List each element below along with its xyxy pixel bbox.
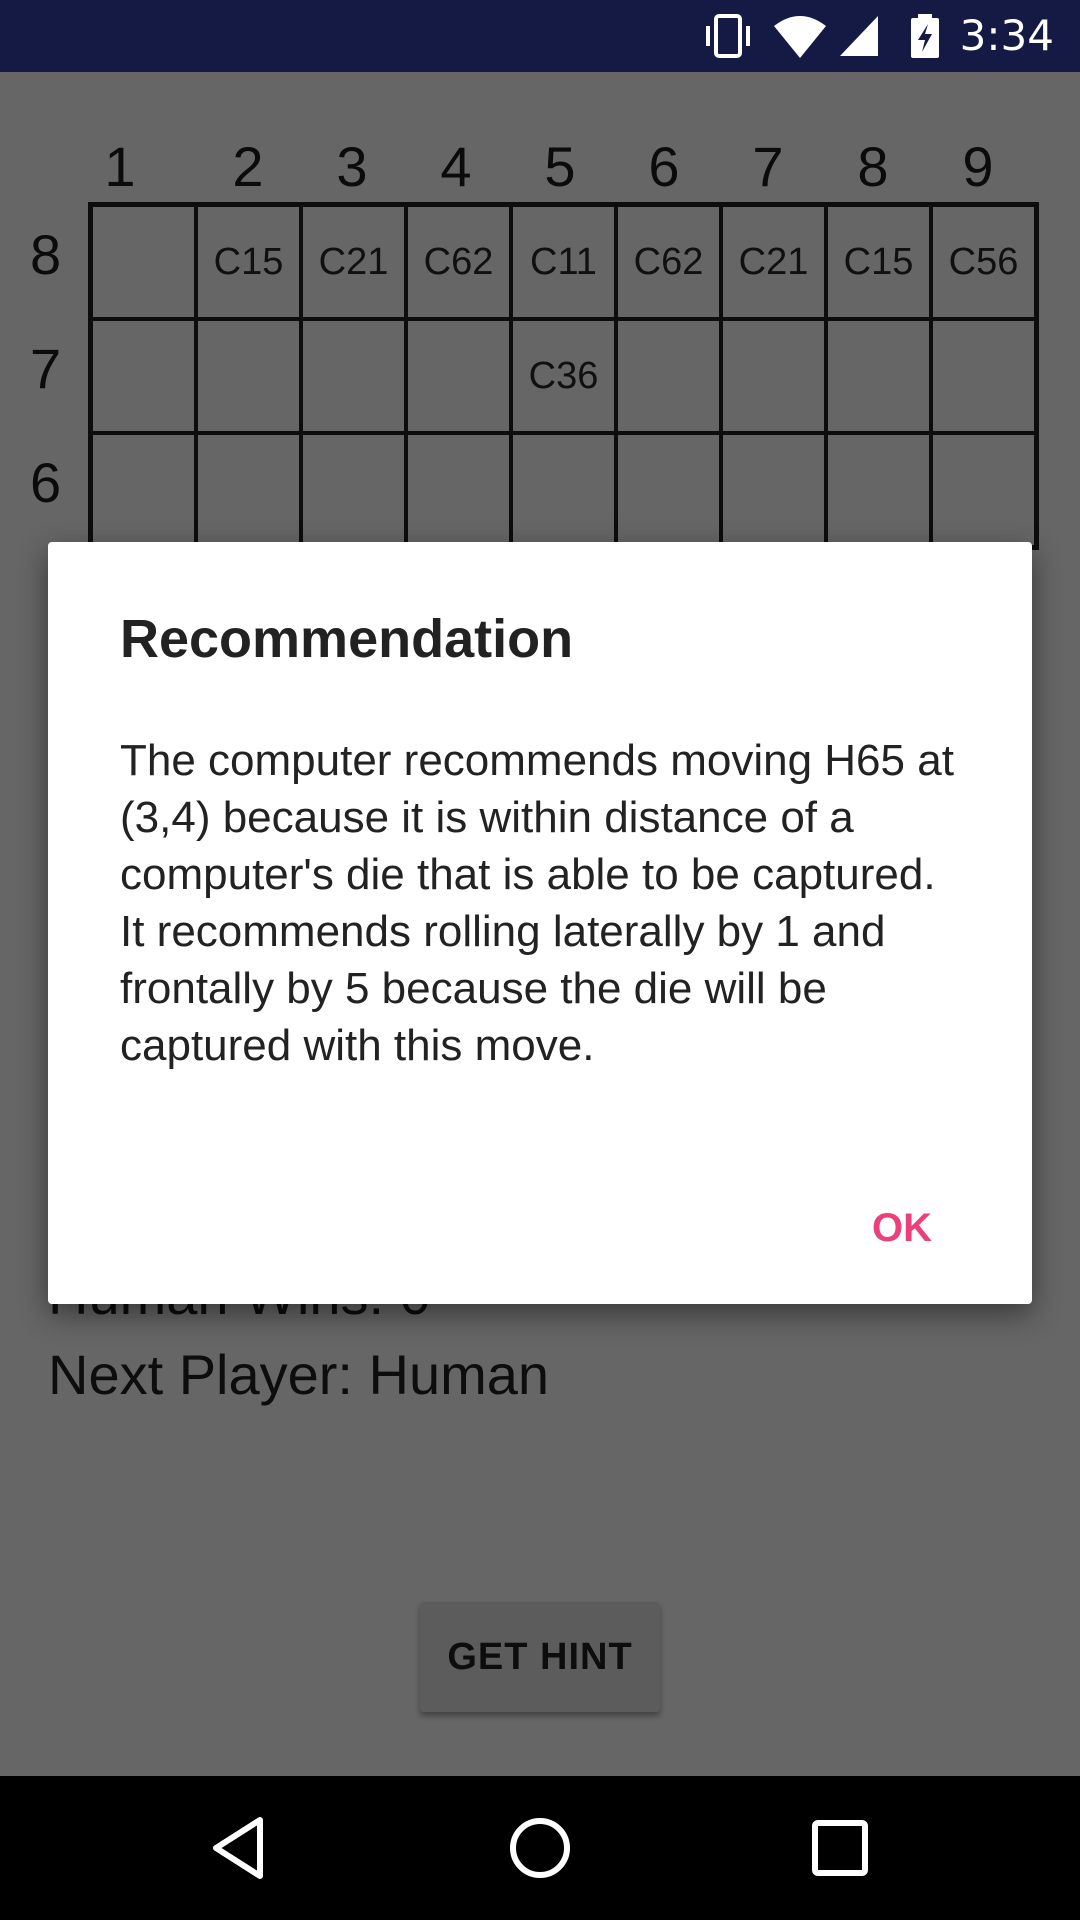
board-cell[interactable]: C15 [196,205,301,319]
ok-button[interactable]: OK [872,1196,932,1261]
board-cell[interactable]: C36 [511,319,616,433]
column-label: 5 [544,135,576,198]
board-cell[interactable]: C21 [721,205,826,319]
column-label: 7 [752,135,784,198]
board-cell[interactable] [91,319,196,433]
board-cell[interactable] [721,319,826,433]
column-label: 2 [232,135,264,198]
column-label: 8 [857,135,889,198]
board-cell[interactable] [931,319,1036,433]
clock: 3:34 [959,11,1054,60]
column-label: 3 [336,135,368,198]
board-grid: C15 C21 C62 C11 C62 C21 C15 C56 C36 [88,202,1039,550]
board-cell[interactable] [301,433,406,547]
board-cell[interactable] [826,319,931,433]
board-cell[interactable] [196,433,301,547]
row-label: 6 [30,451,62,514]
column-label: 4 [440,135,472,198]
dialog-message: The computer recommends moving H65 at (3… [120,736,954,1070]
navigation-bar [0,1776,1080,1920]
board-cell[interactable]: C15 [826,205,931,319]
get-hint-button[interactable]: GET HINT [420,1602,660,1712]
board-cell[interactable]: C62 [406,205,511,319]
board-cell[interactable] [931,433,1036,547]
board-cell[interactable] [91,433,196,547]
recommendation-dialog: Recommendation The computer recommends m… [48,542,1032,1304]
board-cell[interactable] [721,433,826,547]
vibrate-icon [706,14,750,58]
board-cell[interactable]: C11 [511,205,616,319]
next-player-label: Next Player: Human [48,1343,550,1406]
board-cell[interactable] [616,433,721,547]
column-label: 1 [104,135,136,198]
board-cell[interactable] [616,319,721,433]
board-cell[interactable] [91,205,196,319]
row-label: 8 [30,223,62,286]
back-icon[interactable] [200,1808,280,1888]
status-bar: 3:34 [0,0,1080,72]
board-cell[interactable] [826,433,931,547]
board-cell[interactable] [406,319,511,433]
board-cell[interactable]: C21 [301,205,406,319]
board-cell[interactable] [301,319,406,433]
board-cell[interactable] [511,433,616,547]
board-cell[interactable] [196,319,301,433]
row-label: 7 [30,337,62,400]
board-cell[interactable]: C62 [616,205,721,319]
dialog-title: Recommendation [120,609,574,669]
cell-signal-icon [840,16,878,56]
battery-charging-icon [911,14,939,58]
column-label: 9 [962,135,994,198]
home-icon[interactable] [500,1808,580,1888]
wifi-icon [774,16,826,58]
board-cell[interactable] [406,433,511,547]
recents-icon[interactable] [800,1808,880,1888]
column-label: 6 [648,135,680,198]
board-cell[interactable]: C56 [931,205,1036,319]
